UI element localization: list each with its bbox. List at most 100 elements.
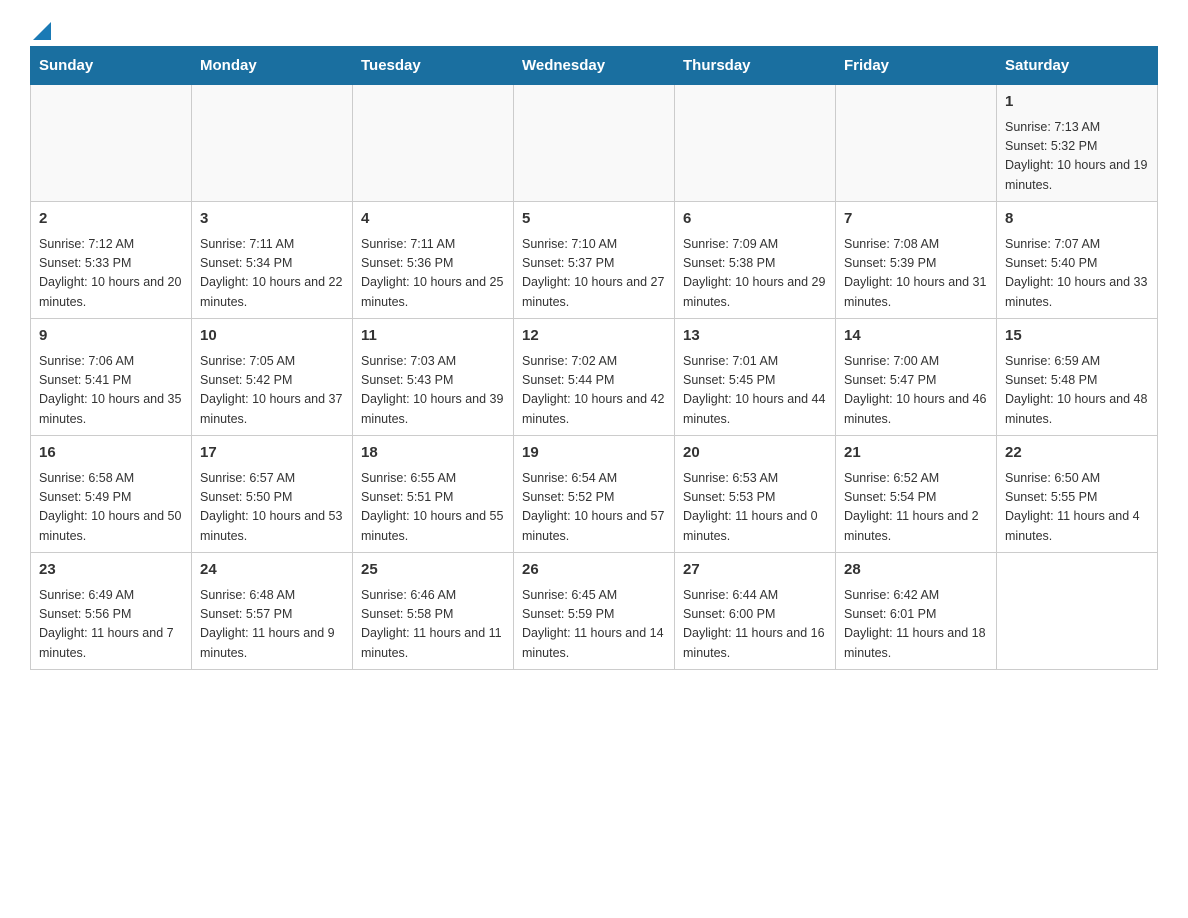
- calendar-cell: [836, 85, 997, 202]
- day-info: Sunrise: 7:11 AM Sunset: 5:34 PM Dayligh…: [200, 235, 344, 313]
- day-number: 13: [683, 325, 827, 348]
- logo-triangle-icon: [33, 22, 51, 40]
- day-info: Sunrise: 7:13 AM Sunset: 5:32 PM Dayligh…: [1005, 118, 1149, 196]
- calendar-cell: 13 Sunrise: 7:01 AM Sunset: 5:45 PM Dayli…: [675, 319, 836, 436]
- day-number: 20: [683, 442, 827, 465]
- calendar-cell: 5 Sunrise: 7:10 AM Sunset: 5:37 PM Daylig…: [514, 202, 675, 319]
- day-info: Sunrise: 6:49 AM Sunset: 5:56 PM Dayligh…: [39, 586, 183, 664]
- day-info: Sunrise: 7:06 AM Sunset: 5:41 PM Dayligh…: [39, 352, 183, 430]
- calendar-cell: [514, 85, 675, 202]
- day-number: 25: [361, 559, 505, 582]
- day-number: 14: [844, 325, 988, 348]
- day-info: Sunrise: 6:59 AM Sunset: 5:48 PM Dayligh…: [1005, 352, 1149, 430]
- page-header: [30, 20, 1158, 36]
- calendar-cell: 14 Sunrise: 7:00 AM Sunset: 5:47 PM Dayli…: [836, 319, 997, 436]
- calendar-cell: 16 Sunrise: 6:58 AM Sunset: 5:49 PM Dayli…: [31, 436, 192, 553]
- day-info: Sunrise: 7:10 AM Sunset: 5:37 PM Dayligh…: [522, 235, 666, 313]
- day-number: 15: [1005, 325, 1149, 348]
- calendar-body: 1 Sunrise: 7:13 AM Sunset: 5:32 PM Daylig…: [31, 85, 1158, 670]
- calendar-cell: 11Sunrise: 7:03 AM Sunset: 5:43 PM Dayli…: [353, 319, 514, 436]
- calendar-cell: 18Sunrise: 6:55 AM Sunset: 5:51 PM Dayli…: [353, 436, 514, 553]
- calendar-cell: [997, 553, 1158, 670]
- day-info: Sunrise: 6:58 AM Sunset: 5:49 PM Dayligh…: [39, 469, 183, 547]
- day-number: 26: [522, 559, 666, 582]
- day-info: Sunrise: 7:01 AM Sunset: 5:45 PM Dayligh…: [683, 352, 827, 430]
- calendar-cell: 19 Sunrise: 6:54 AM Sunset: 5:52 PM Dayli…: [514, 436, 675, 553]
- calendar-header: SundayMondayTuesdayWednesdayThursdayFrid…: [31, 47, 1158, 85]
- day-info: Sunrise: 6:44 AM Sunset: 6:00 PM Dayligh…: [683, 586, 827, 664]
- day-info: Sunrise: 7:00 AM Sunset: 5:47 PM Dayligh…: [844, 352, 988, 430]
- day-info: Sunrise: 6:54 AM Sunset: 5:52 PM Dayligh…: [522, 469, 666, 547]
- calendar-table: SundayMondayTuesdayWednesdayThursdayFrid…: [30, 46, 1158, 670]
- day-info: Sunrise: 7:05 AM Sunset: 5:42 PM Dayligh…: [200, 352, 344, 430]
- logo: [30, 20, 51, 36]
- calendar-cell: 15 Sunrise: 6:59 AM Sunset: 5:48 PM Dayli…: [997, 319, 1158, 436]
- calendar-cell: 8Sunrise: 7:07 AM Sunset: 5:40 PM Daylig…: [997, 202, 1158, 319]
- calendar-cell: 17 Sunrise: 6:57 AM Sunset: 5:50 PM Dayli…: [192, 436, 353, 553]
- calendar-cell: 10 Sunrise: 7:05 AM Sunset: 5:42 PM Dayli…: [192, 319, 353, 436]
- calendar-cell: 22 Sunrise: 6:50 AM Sunset: 5:55 PM Dayli…: [997, 436, 1158, 553]
- calendar-cell: 27 Sunrise: 6:44 AM Sunset: 6:00 PM Dayli…: [675, 553, 836, 670]
- day-number: 22: [1005, 442, 1149, 465]
- day-number: 4: [361, 208, 505, 231]
- day-number: 5: [522, 208, 666, 231]
- calendar-cell: 2 Sunrise: 7:12 AM Sunset: 5:33 PM Daylig…: [31, 202, 192, 319]
- calendar-cell: 9 Sunrise: 7:06 AM Sunset: 5:41 PM Daylig…: [31, 319, 192, 436]
- day-info: Sunrise: 6:50 AM Sunset: 5:55 PM Dayligh…: [1005, 469, 1149, 547]
- calendar-cell: 3Sunrise: 7:11 AM Sunset: 5:34 PM Daylig…: [192, 202, 353, 319]
- calendar-week-1: 1 Sunrise: 7:13 AM Sunset: 5:32 PM Daylig…: [31, 85, 1158, 202]
- calendar-cell: [31, 85, 192, 202]
- calendar-cell: 12 Sunrise: 7:02 AM Sunset: 5:44 PM Dayli…: [514, 319, 675, 436]
- calendar-cell: 7 Sunrise: 7:08 AM Sunset: 5:39 PM Daylig…: [836, 202, 997, 319]
- day-header-tuesday: Tuesday: [353, 47, 514, 85]
- day-number: 12: [522, 325, 666, 348]
- calendar-cell: 20 Sunrise: 6:53 AM Sunset: 5:53 PM Dayli…: [675, 436, 836, 553]
- day-info: Sunrise: 7:11 AM Sunset: 5:36 PM Dayligh…: [361, 235, 505, 313]
- day-number: 17: [200, 442, 344, 465]
- day-info: Sunrise: 7:03 AM Sunset: 5:43 PM Dayligh…: [361, 352, 505, 430]
- day-info: Sunrise: 6:52 AM Sunset: 5:54 PM Dayligh…: [844, 469, 988, 547]
- calendar-cell: 21Sunrise: 6:52 AM Sunset: 5:54 PM Dayli…: [836, 436, 997, 553]
- calendar-week-3: 9 Sunrise: 7:06 AM Sunset: 5:41 PM Daylig…: [31, 319, 1158, 436]
- day-number: 24: [200, 559, 344, 582]
- day-info: Sunrise: 6:57 AM Sunset: 5:50 PM Dayligh…: [200, 469, 344, 547]
- calendar-week-2: 2 Sunrise: 7:12 AM Sunset: 5:33 PM Daylig…: [31, 202, 1158, 319]
- day-number: 28: [844, 559, 988, 582]
- calendar-cell: [353, 85, 514, 202]
- day-info: Sunrise: 7:09 AM Sunset: 5:38 PM Dayligh…: [683, 235, 827, 313]
- calendar-week-5: 23 Sunrise: 6:49 AM Sunset: 5:56 PM Dayli…: [31, 553, 1158, 670]
- days-of-week-row: SundayMondayTuesdayWednesdayThursdayFrid…: [31, 47, 1158, 85]
- calendar-cell: 1 Sunrise: 7:13 AM Sunset: 5:32 PM Daylig…: [997, 85, 1158, 202]
- day-number: 23: [39, 559, 183, 582]
- day-number: 6: [683, 208, 827, 231]
- calendar-cell: 25 Sunrise: 6:46 AM Sunset: 5:58 PM Dayli…: [353, 553, 514, 670]
- day-number: 27: [683, 559, 827, 582]
- calendar-cell: 28 Sunrise: 6:42 AM Sunset: 6:01 PM Dayli…: [836, 553, 997, 670]
- day-header-friday: Friday: [836, 47, 997, 85]
- calendar-cell: [192, 85, 353, 202]
- day-header-sunday: Sunday: [31, 47, 192, 85]
- day-number: 9: [39, 325, 183, 348]
- day-number: 16: [39, 442, 183, 465]
- day-number: 10: [200, 325, 344, 348]
- day-info: Sunrise: 6:46 AM Sunset: 5:58 PM Dayligh…: [361, 586, 505, 664]
- day-info: Sunrise: 7:07 AM Sunset: 5:40 PM Dayligh…: [1005, 235, 1149, 313]
- day-info: Sunrise: 6:45 AM Sunset: 5:59 PM Dayligh…: [522, 586, 666, 664]
- calendar-cell: 26 Sunrise: 6:45 AM Sunset: 5:59 PM Dayli…: [514, 553, 675, 670]
- day-info: Sunrise: 6:42 AM Sunset: 6:01 PM Dayligh…: [844, 586, 988, 664]
- day-number: 1: [1005, 91, 1149, 114]
- calendar-cell: 4 Sunrise: 7:11 AM Sunset: 5:36 PM Daylig…: [353, 202, 514, 319]
- day-header-wednesday: Wednesday: [514, 47, 675, 85]
- day-number: 2: [39, 208, 183, 231]
- day-info: Sunrise: 6:53 AM Sunset: 5:53 PM Dayligh…: [683, 469, 827, 547]
- calendar-cell: 6 Sunrise: 7:09 AM Sunset: 5:38 PM Daylig…: [675, 202, 836, 319]
- calendar-week-4: 16 Sunrise: 6:58 AM Sunset: 5:49 PM Dayli…: [31, 436, 1158, 553]
- day-info: Sunrise: 7:08 AM Sunset: 5:39 PM Dayligh…: [844, 235, 988, 313]
- day-number: 19: [522, 442, 666, 465]
- day-info: Sunrise: 7:02 AM Sunset: 5:44 PM Dayligh…: [522, 352, 666, 430]
- calendar-cell: [675, 85, 836, 202]
- day-number: 7: [844, 208, 988, 231]
- day-header-saturday: Saturday: [997, 47, 1158, 85]
- day-info: Sunrise: 7:12 AM Sunset: 5:33 PM Dayligh…: [39, 235, 183, 313]
- day-header-thursday: Thursday: [675, 47, 836, 85]
